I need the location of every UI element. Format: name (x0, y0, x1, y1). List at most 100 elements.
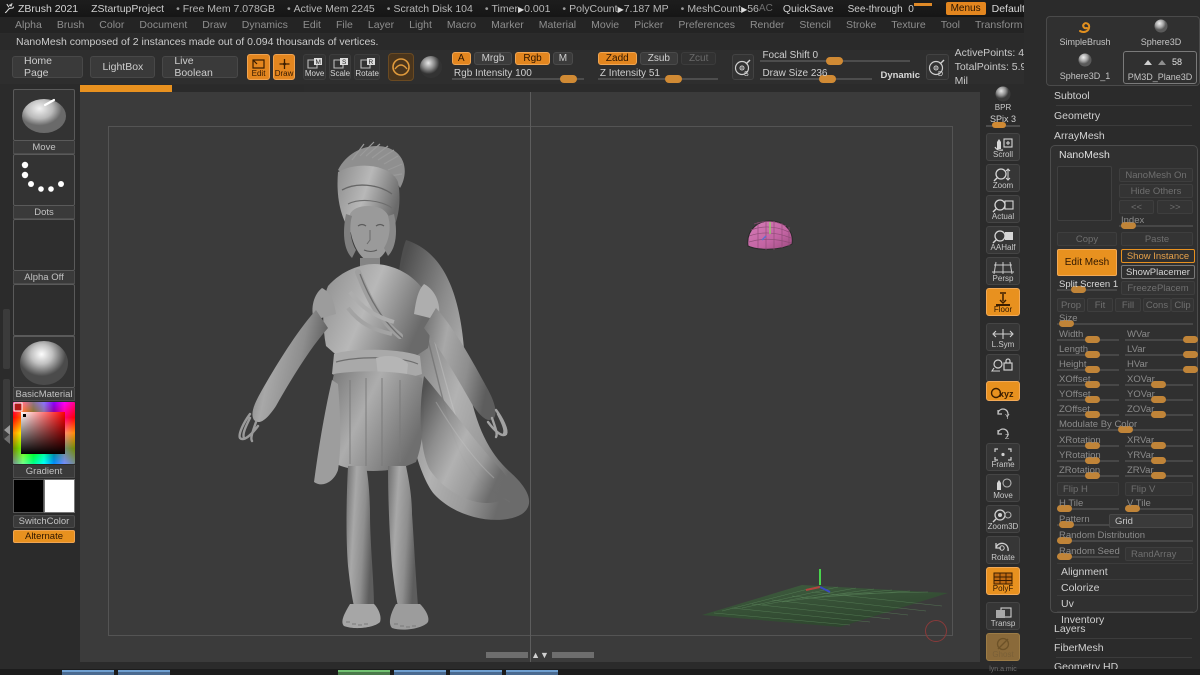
menu-layers[interactable]: Layers (1054, 619, 1194, 639)
taskbar-item-4[interactable] (394, 670, 446, 675)
see-through-slider[interactable]: See-through 0 (848, 3, 938, 15)
taskbar-item-6[interactable] (506, 670, 558, 675)
nanomesh-on-button[interactable]: NanoMesh On (1119, 168, 1193, 182)
tool-pm3d-plane3d[interactable]: 58 PM3D_Plane3D (1123, 51, 1197, 84)
zadd-button[interactable]: Zadd (598, 52, 637, 65)
pattern-slider[interactable]: Pattern (1057, 515, 1109, 528)
color-wheel[interactable] (13, 402, 75, 464)
clip-button[interactable]: Clip (1171, 298, 1194, 312)
scale-mode-button[interactable]: S Scale (329, 54, 352, 80)
draw-size-slider[interactable]: Draw Size 236 (760, 69, 872, 83)
show-instance-button[interactable]: Show Instance (1121, 249, 1195, 263)
flip-v-button[interactable]: Flip V (1125, 482, 1193, 496)
scroll-button[interactable]: Scroll (986, 133, 1020, 161)
next-button[interactable]: >> (1157, 200, 1193, 214)
quicksave-button[interactable]: QuickSave (783, 3, 834, 15)
menu-item-document[interactable]: Document (132, 18, 194, 32)
mrgb-button[interactable]: Mrgb (474, 52, 513, 65)
move-mode-button[interactable]: M Move (303, 54, 326, 80)
zovar-slider[interactable]: ZOVar (1125, 405, 1193, 418)
polyframe-button[interactable]: PolyF (986, 567, 1020, 595)
menu-item-light[interactable]: Light (402, 18, 439, 32)
menu-item-color[interactable]: Color (92, 18, 131, 32)
rgb-intensity-slider[interactable]: Rgb Intensity 100 (452, 69, 584, 83)
taskbar-item-3[interactable] (338, 670, 390, 675)
edit-mesh-button[interactable]: Edit Mesh (1057, 249, 1117, 276)
yrvar-slider[interactable]: YRVar (1125, 451, 1193, 464)
stroke-selector[interactable]: Dots (13, 154, 75, 219)
paste-button[interactable]: Paste (1121, 232, 1193, 246)
live-boolean-button[interactable]: Live Boolean (162, 56, 238, 78)
frame-button[interactable]: Frame (986, 443, 1020, 471)
v-tile-slider[interactable]: V Tile (1125, 499, 1193, 512)
menu-subtool[interactable]: Subtool (1054, 86, 1194, 106)
h-tile-slider[interactable]: H Tile (1057, 499, 1119, 512)
xrotation-slider[interactable]: XRotation (1057, 436, 1119, 449)
menu-item-edit[interactable]: Edit (296, 18, 328, 32)
menu-item-marker[interactable]: Marker (484, 18, 531, 32)
menu-geometry[interactable]: Geometry (1054, 106, 1194, 126)
colorize-section[interactable]: Colorize (1057, 579, 1193, 596)
lvar-slider[interactable]: LVar (1125, 345, 1193, 358)
menu-item-preferences[interactable]: Preferences (671, 18, 742, 32)
edit-mode-button[interactable]: Edit (247, 54, 270, 80)
tool-sphere3d-1[interactable]: Sphere3D_1 (1047, 51, 1123, 85)
rand-array-button[interactable]: RandArray (1125, 547, 1193, 561)
spix-slider[interactable]: SPix 3 (986, 115, 1020, 131)
3d-viewport[interactable]: ▲▼ (80, 92, 980, 662)
persp-button[interactable]: Persp (986, 257, 1020, 285)
xrvar-slider[interactable]: XRVar (1125, 436, 1193, 449)
menu-item-stroke[interactable]: Stroke (839, 18, 883, 32)
xovar-slider[interactable]: XOVar (1125, 375, 1193, 388)
taskbar-item-1[interactable] (62, 670, 114, 675)
canvas-scroll-right[interactable] (552, 652, 594, 658)
fit-button[interactable]: Fit (1087, 298, 1113, 312)
prev-button[interactable]: << (1119, 200, 1154, 214)
bpr-render-button[interactable]: BPR (986, 85, 1020, 113)
modulate-by-color-slider[interactable]: Modulate By Color (1057, 420, 1193, 433)
tool-sphere3d[interactable]: Sphere3D (1123, 17, 1199, 51)
height-slider[interactable]: Height (1057, 360, 1119, 373)
show-placement-button[interactable]: ShowPlacemer (1121, 265, 1195, 279)
alpha-selector[interactable]: Alpha Off (13, 219, 75, 284)
rgb-button[interactable]: Rgb (515, 52, 549, 65)
os-taskbar[interactable] (0, 669, 1200, 675)
color-swatches[interactable]: SwitchColor Alternate (13, 479, 75, 543)
brush-selector[interactable]: Move (13, 89, 75, 154)
rotate-mode-button[interactable]: R Rotate (354, 54, 380, 80)
m-button[interactable]: M (553, 52, 573, 65)
zrotation-slider[interactable]: ZRotation (1057, 466, 1119, 479)
random-seed-slider[interactable]: Random Seed (1057, 547, 1119, 560)
width-slider[interactable]: Width (1057, 330, 1119, 343)
fill-button[interactable]: Fill (1115, 298, 1141, 312)
focal-shift-slider[interactable]: Focal Shift 0 (760, 51, 910, 65)
tool-simplebrush[interactable]: SimpleBrush (1047, 17, 1123, 51)
zoom-button[interactable]: Zoom (986, 164, 1020, 192)
canvas-scroll-left[interactable] (486, 652, 528, 658)
rotate-y-button[interactable]: Y (986, 403, 1020, 421)
menu-item-picker[interactable]: Picker (627, 18, 670, 32)
menu-item-file[interactable]: File (329, 18, 360, 32)
xoffset-slider[interactable]: XOffset (1057, 375, 1119, 388)
material-swatch-button[interactable] (388, 53, 414, 81)
length-slider[interactable]: Length (1057, 345, 1119, 358)
menu-item-transform[interactable]: Transform (968, 18, 1029, 32)
color-picker[interactable]: Gradient (13, 402, 75, 478)
lightbox-button[interactable]: LightBox (90, 56, 155, 78)
local-symmetry-button[interactable]: L.Sym (986, 323, 1020, 351)
menu-item-alpha[interactable]: Alpha (8, 18, 49, 32)
menu-item-movie[interactable]: Movie (584, 18, 626, 32)
dynamic-label[interactable]: Dynamic (880, 70, 920, 81)
menus-button[interactable]: Menus (946, 2, 986, 15)
nanomesh-instance-preview[interactable] (740, 212, 800, 257)
wvar-slider[interactable]: WVar (1125, 330, 1193, 343)
menu-item-layer[interactable]: Layer (361, 18, 401, 32)
yoffset-slider[interactable]: YOffset (1057, 390, 1119, 403)
zoffset-slider[interactable]: ZOffset (1057, 405, 1119, 418)
lock-transform-button[interactable] (986, 354, 1020, 382)
menu-item-material[interactable]: Material (532, 18, 583, 32)
random-distribution-slider[interactable]: Random Distribution (1057, 531, 1193, 544)
alignment-section[interactable]: Alignment (1057, 563, 1193, 580)
floor-button[interactable]: Floor (986, 288, 1020, 316)
current-material-preview[interactable] (418, 53, 444, 81)
